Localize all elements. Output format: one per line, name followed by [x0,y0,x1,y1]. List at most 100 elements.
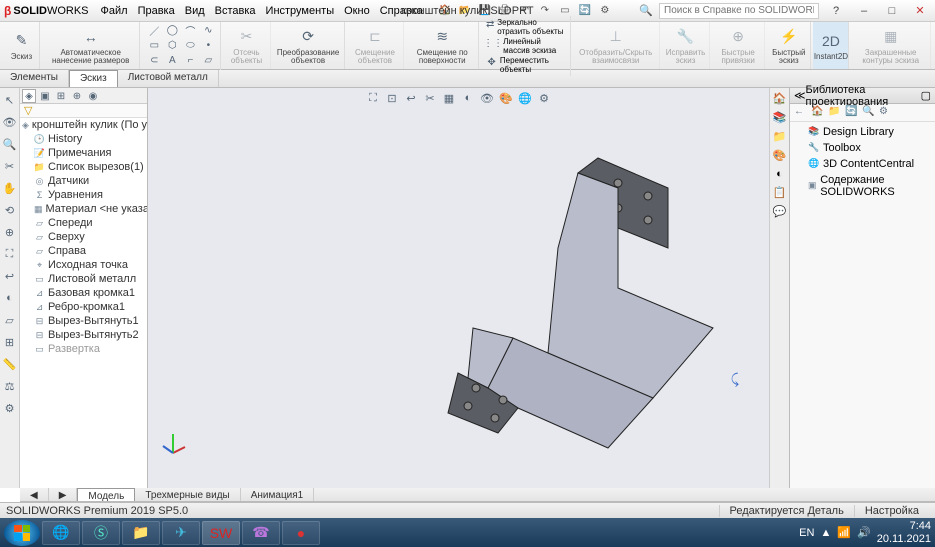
apply-scene-icon[interactable]: 🌐 [517,90,533,106]
tree-origin[interactable]: ⌖Исходная точка [20,258,147,272]
tree-sensors[interactable]: ◎Датчики [20,174,147,188]
sketch-button[interactable]: ✎Эскиз [4,22,40,69]
text-icon[interactable]: A [164,54,180,68]
view-palette-icon[interactable]: 🎨 [773,149,787,162]
shaded-contours-button[interactable]: ▦Закрашенные контуры эскиза [851,22,931,69]
arc-icon[interactable]: ⌒ [182,24,198,38]
status-custom[interactable]: Настройка [854,505,929,517]
tray-flag-icon[interactable]: ▲ [820,527,831,539]
featuremanager-tab-icon[interactable]: ◈ [22,89,36,103]
zoom-fit-icon[interactable]: ⛶ [365,90,381,106]
close-button[interactable]: ✕ [909,3,931,19]
pan-icon[interactable]: ✋ [2,180,18,196]
tree-front-plane[interactable]: ▱Спереди [20,216,147,230]
convert-entities-button[interactable]: ⟳Преобразование объектов [273,22,345,69]
tree-cut-extrude2[interactable]: ⊟Вырез-Вытянуть2 [20,328,147,342]
view-settings-icon[interactable]: ⚙ [536,90,552,106]
offset-button[interactable]: ⊏Смещение объектов [347,22,405,69]
tree-flat-pattern[interactable]: ▭Развертка [20,342,147,356]
tree-sheet-metal[interactable]: ▭Листовой металл [20,272,147,286]
tree-root[interactable]: ◈кронштейн кулик (По умолчанию<<П [20,118,147,132]
taskbar-explorer[interactable]: 📁 [122,521,160,545]
tree-filter-icon[interactable]: ▽ [20,104,147,118]
menu-tools[interactable]: Инструменты [266,5,335,17]
grid-icon[interactable]: ⊞ [2,334,18,350]
hide-show-icon[interactable]: 👁 [479,90,495,106]
tree-right-plane[interactable]: ▱Справа [20,244,147,258]
magnify-icon[interactable]: 🔍 [2,136,18,152]
tab-model[interactable]: Модель [77,488,135,501]
zoom-area-icon[interactable]: ⊡ [384,90,400,106]
back-icon[interactable]: ← [794,106,808,120]
menu-view[interactable]: Вид [185,5,205,17]
rapid-sketch-button[interactable]: ⚡Быстрый эскиз [767,22,811,69]
line-icon[interactable]: ／ [146,24,162,38]
tree-edge-flange1[interactable]: ⊿Ребро-кромка1 [20,300,147,314]
scroll-left-icon[interactable]: ◀ [20,488,49,501]
menu-edit[interactable]: Правка [138,5,175,17]
spline-icon[interactable]: ∿ [200,24,216,38]
tree-history[interactable]: 🕒History [20,132,147,146]
contentcentral-item[interactable]: 🌐3D ContentCentral [794,156,931,172]
rebuild-icon[interactable]: 🔄 [577,3,593,19]
mirror-icon[interactable]: ⇄ [485,18,495,32]
display-relations-button[interactable]: ⊥Отобразить/Скрыть взаимосвязи [573,22,660,69]
view-orientation-icon[interactable]: ▦ [441,90,457,106]
sw-content-item[interactable]: ▣Содержание SOLIDWORKS [794,172,931,200]
start-button[interactable] [4,520,40,546]
previous-view-icon[interactable]: ↩ [2,268,18,284]
scroll-right-icon[interactable]: ▶ [49,488,78,501]
file-explorer-icon[interactable]: 📁 [773,130,787,143]
viewport[interactable]: ⛶ ⊡ ↩ ✂ ▦ ◐ 👁 🎨 🌐 ⚙ ⤹ [148,88,769,488]
edit-appearance-icon[interactable]: 🎨 [498,90,514,106]
tab-animation[interactable]: Анимация1 [241,488,315,501]
options-icon[interactable]: ⚙ [597,3,613,19]
perspective-icon[interactable]: ▱ [2,312,18,328]
plane-icon[interactable]: ▱ [200,54,216,68]
section-view-icon[interactable]: ✂ [422,90,438,106]
config-icon[interactable]: ⚙ [879,106,893,120]
home-taskpane-icon[interactable]: 🏠 [773,92,787,105]
tray-volume-icon[interactable]: 🔊 [857,526,871,539]
custom-props-icon[interactable]: 📋 [773,186,787,199]
taskbar-chrome[interactable]: 🌐 [42,521,80,545]
taskbar-telegram[interactable]: ✈ [162,521,200,545]
tree-equations[interactable]: ΣУравнения [20,188,147,202]
menu-insert[interactable]: Вставка [215,5,256,17]
view-tool-icon[interactable]: 👁 [2,114,18,130]
circle-icon[interactable]: ◯ [164,24,180,38]
poly-icon[interactable]: ⬡ [164,39,180,53]
tray-clock[interactable]: 7:44 20.11.2021 [877,520,931,544]
maximize-button[interactable]: □ [881,3,903,19]
help-icon[interactable]: ? [825,3,847,19]
zoom-icon[interactable]: ⊕ [2,224,18,240]
appearances-icon[interactable]: ◐ [776,168,783,180]
taskbar-record[interactable]: ● [282,521,320,545]
linear-pattern-icon[interactable]: ⋮⋮ [485,37,501,51]
menu-window[interactable]: Окно [344,5,370,17]
taskbar-skype[interactable]: Ⓢ [82,521,120,545]
quick-snaps-button[interactable]: ⊕Быстрые привязки [712,22,765,69]
measure-icon[interactable]: 📏 [2,356,18,372]
shadows-icon[interactable]: ◐ [2,290,18,306]
tree-notes[interactable]: 📝Примечания [20,146,147,160]
rect-icon[interactable]: ▭ [146,39,162,53]
fillet-icon[interactable]: ⌐ [182,54,198,68]
offset-surface-button[interactable]: ≋Смещение по поверхности [406,22,479,69]
dimxpert-tab-icon[interactable]: ⊕ [70,89,84,103]
zoom-fit-icon[interactable]: ⛶ [2,246,18,262]
propertymanager-tab-icon[interactable]: ▣ [38,89,52,103]
trim-button[interactable]: ✂Отсечь объекты [223,22,270,69]
toolbox-item[interactable]: 🔧Toolbox [794,140,931,156]
mass-props-icon[interactable]: ⚖ [2,378,18,394]
tab-features[interactable]: Элементы [0,70,69,87]
tree-material[interactable]: ▦Материал <не указан> [20,202,147,216]
tree-cuts-list[interactable]: 📁Список вырезов(1) [20,160,147,174]
tree-top-plane[interactable]: ▱Сверху [20,230,147,244]
refresh-icon[interactable]: 🔄 [845,106,859,120]
move-icon[interactable]: ✥ [485,56,498,70]
configmanager-tab-icon[interactable]: ⊞ [54,89,68,103]
display-tab-icon[interactable]: ◉ [86,89,100,103]
slot-icon[interactable]: ⊂ [146,54,162,68]
taskbar-solidworks[interactable]: SW [202,521,240,545]
